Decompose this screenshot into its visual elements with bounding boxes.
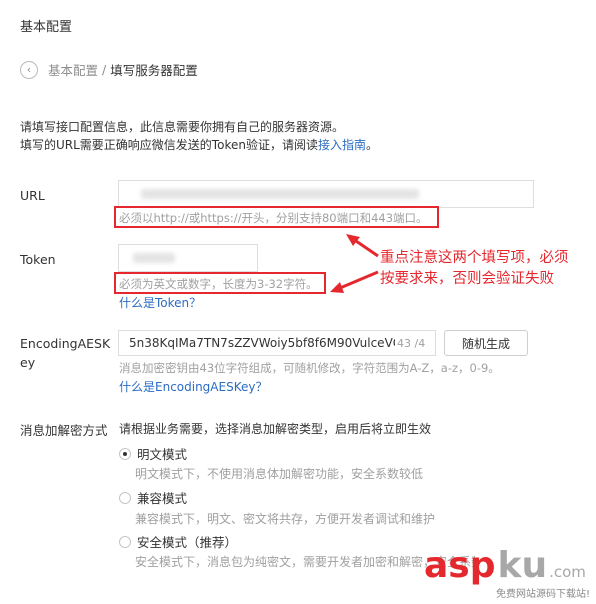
token-input[interactable] [118,244,258,272]
annotation-note: 重点注意这两个填写项，必须 按要求来，否则会验证失败 [380,248,569,290]
intro-suffix: 。 [365,138,378,152]
breadcrumb-parent[interactable]: 基本配置 [48,60,98,79]
aeskey-counter: 43 /4 [397,337,426,350]
aeskey-value: 5n38KqIMa7TN7sZZVWoiy5bf8f6M90VulceVC [129,336,395,350]
intro-line-1: 请填写接口配置信息，此信息需要你拥有自己的服务器资源。 [20,120,345,134]
watermark-logo: asp ku .com 免费网站源码下载站! [424,546,592,602]
arrow-to-url-tip [355,239,379,258]
aeskey-label: EncodingAESK ey [20,334,110,372]
chevron-left-icon[interactable]: ‹ [20,60,38,79]
token-tip: 必须为英文或数字，长度为3-32字符。 [119,277,318,291]
breadcrumb: ‹ 基本配置 / 填写服务器配置 [20,60,198,79]
breadcrumb-current: 填写服务器配置 [110,63,198,78]
arrow-to-token-tip [339,270,379,290]
radio-secure[interactable] [119,535,131,548]
radio-plaintext[interactable] [119,447,131,460]
access-guide-link[interactable]: 接入指南 [318,138,366,152]
encryption-label: 消息加解密方式 [20,423,108,438]
watermark-brand-left: asp [424,545,496,586]
redacted-url-value [141,189,419,199]
watermark-tagline: 免费网站源码下载站! [495,589,590,600]
aeskey-label-line-2: ey [20,355,36,370]
aeskey-tip: 消息加密密钥由43位字符组成，可随机修改，字符范围为A-Z，a-z，0-9。 [119,361,500,375]
option-plaintext-title: 明文模式 [137,447,188,462]
what-is-token-link[interactable]: 什么是Token？ [119,294,201,311]
annotation-line-1: 重点注意这两个填写项，必须 [380,250,569,266]
option-plaintext-desc: 明文模式下，不使用消息体加解密功能，安全系数较低 [135,467,424,481]
redacted-token-value [133,253,175,263]
intro-line-2: 填写的URL需要正确响应微信发送的Token验证，请阅读接入指南。 [20,136,378,153]
token-label: Token [20,252,56,267]
option-secure-title: 安全模式（推荐） [137,535,238,550]
watermark-domain: .com [549,563,586,581]
what-is-aeskey-link[interactable]: 什么是EncodingAESKey？ [119,378,267,395]
encryption-instruction: 请根据业务需要，选择消息加解密类型，启用后将立即生效 [119,422,432,436]
url-label: URL [20,188,45,203]
option-compatible-desc: 兼容模式下，明文、密文将共存，方便开发者调试和维护 [135,512,436,526]
intro-text: 填写的URL需要正确响应微信发送的Token验证，请阅读 [20,138,318,152]
option-compatible[interactable]: 兼容模式 [119,488,187,507]
arrow-head-token [330,282,344,293]
page-title: 基本配置 [20,20,73,35]
random-generate-button[interactable]: 随机生成 [444,330,528,356]
breadcrumb-separator: / [102,62,107,77]
aeskey-label-line-1: EncodingAESK [20,336,111,351]
aeskey-input[interactable]: 5n38KqIMa7TN7sZZVWoiy5bf8f6M90VulceVC 43… [118,330,436,356]
option-plaintext[interactable]: 明文模式 [119,444,187,463]
watermark-brand-right: ku [497,545,548,586]
arrow-head-url [346,234,360,246]
option-secure[interactable]: 安全模式（推荐） [119,532,237,551]
radio-compatible[interactable] [119,491,131,504]
url-input[interactable] [118,180,534,208]
option-compatible-title: 兼容模式 [137,491,188,506]
annotation-line-2: 按要求来，否则会验证失败 [380,271,554,287]
